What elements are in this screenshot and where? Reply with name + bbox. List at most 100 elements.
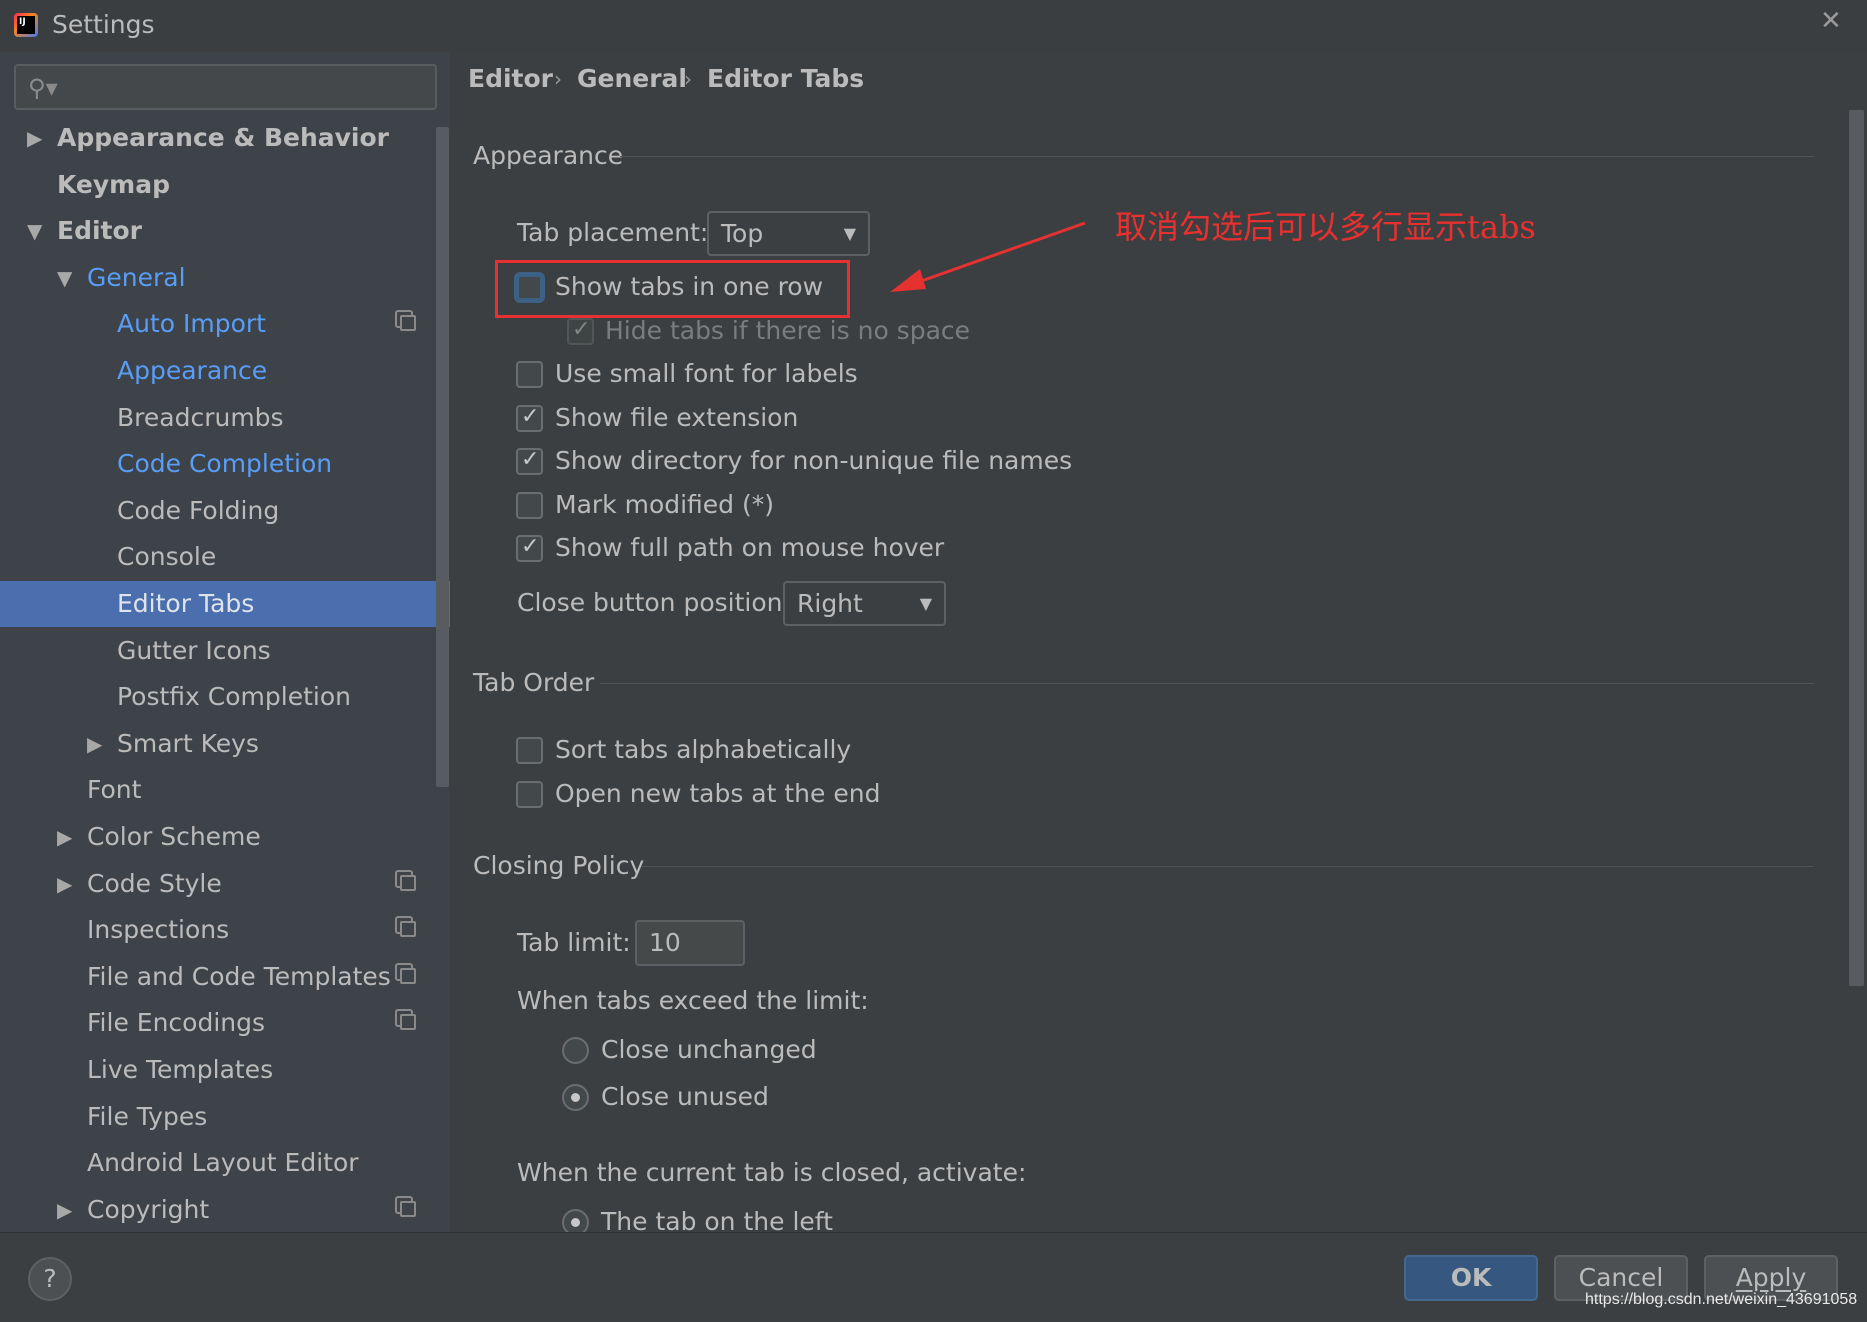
chevron-right-icon[interactable]: ▶ [57, 861, 72, 907]
hide-tabs-no-space-label: Hide tabs if there is no space [605, 316, 971, 345]
mark-modified-checkbox[interactable] [516, 492, 543, 519]
mark-modified-label[interactable]: Mark modified (*) [555, 490, 774, 519]
sidebar-item-label: Font [87, 775, 142, 805]
sidebar-item-color-scheme[interactable]: ▶ Color Scheme [0, 814, 450, 860]
sidebar-item-auto-import[interactable]: Auto Import [0, 301, 450, 347]
sidebar-item-smart-keys[interactable]: ▶ Smart Keys [0, 721, 450, 767]
breadcrumb-separator: › [554, 67, 562, 91]
divider [620, 156, 1813, 157]
tab-on-left-label[interactable]: The tab on the left [601, 1207, 833, 1232]
sidebar-item-file-types[interactable]: File Types [0, 1094, 450, 1140]
sidebar-item-file-and-code-templates[interactable]: File and Code Templates [0, 954, 450, 1000]
sidebar-item-code-folding[interactable]: Code Folding [0, 488, 450, 534]
tab-limit-input[interactable]: 10 [635, 920, 745, 966]
tab-on-left-radio[interactable] [562, 1209, 589, 1232]
sidebar-item-label: Console [117, 542, 217, 572]
sidebar-item-label: Color Scheme [87, 822, 261, 851]
close-button-position-dropdown[interactable]: Right ▼ [783, 581, 946, 626]
sidebar-item-keymap[interactable]: Keymap [0, 162, 450, 208]
sidebar-item-gutter-icons[interactable]: Gutter Icons [0, 628, 450, 674]
sidebar-item-label: Auto Import [117, 309, 266, 339]
content-scrollbar[interactable] [1849, 110, 1864, 986]
intellij-idea-icon: IJ [14, 13, 38, 37]
small-font-checkbox[interactable] [516, 361, 543, 388]
sidebar-item-label: Inspections [87, 915, 230, 945]
annotation-arrow-icon [890, 221, 1086, 292]
breadcrumb-editor[interactable]: Editor [468, 64, 553, 93]
section-appearance: Appearance [473, 141, 624, 170]
sidebar-item-label: File Types [87, 1101, 208, 1131]
search-icon: ⚲▾ [28, 74, 58, 102]
breadcrumb-current: Editor Tabs [707, 64, 865, 93]
sidebar-scrollbar[interactable] [436, 127, 449, 787]
sidebar-item-appearance[interactable]: Appearance [0, 348, 450, 394]
watermark: https://blog.csdn.net/weixin_43691058 [1585, 1291, 1858, 1308]
sidebar-item-label: Code Style [87, 868, 222, 898]
close-unused-label[interactable]: Close unused [601, 1082, 769, 1111]
help-button[interactable]: ? [28, 1257, 72, 1301]
show-file-extension-label[interactable]: Show file extension [555, 403, 798, 432]
sidebar-item-appearance-behavior[interactable]: ▶ Appearance & Behavior [0, 115, 450, 161]
show-full-path-label[interactable]: Show full path on mouse hover [555, 533, 944, 562]
show-directory-label[interactable]: Show directory for non-unique file names [555, 446, 1072, 475]
sidebar-item-label: Copyright [87, 1194, 210, 1224]
chevron-down-icon[interactable]: ▼ [27, 208, 42, 254]
open-new-tabs-end-label[interactable]: Open new tabs at the end [555, 779, 880, 808]
sidebar-item-general[interactable]: ▼ General [0, 255, 450, 301]
sidebar-item-inspections[interactable]: Inspections [0, 907, 450, 953]
sidebar-item-editor-tabs[interactable]: Editor Tabs [0, 581, 450, 627]
sidebar-item-console[interactable]: Console [0, 534, 450, 580]
project-scope-icon [400, 1200, 416, 1217]
sidebar-item-font[interactable]: Font [0, 767, 450, 813]
exceed-limit-label: When tabs exceed the limit: [517, 986, 869, 1015]
sort-tabs-checkbox[interactable] [516, 737, 543, 764]
breadcrumb-general[interactable]: General [577, 64, 687, 93]
show-file-extension-checkbox[interactable] [516, 404, 543, 432]
annotation-text: 取消勾选后可以多行显示tabs [1115, 208, 1536, 246]
sidebar-item-code-completion[interactable]: Code Completion [0, 441, 450, 487]
show-directory-checkbox[interactable] [516, 447, 543, 475]
show-tabs-one-row-checkbox[interactable] [516, 274, 543, 301]
sidebar-item-file-encodings[interactable]: File Encodings [0, 1000, 450, 1046]
sidebar-item-android-layout-editor[interactable]: Android Layout Editor [0, 1140, 450, 1186]
breadcrumb-separator: › [684, 67, 692, 91]
chevron-right-icon[interactable]: ▶ [57, 814, 72, 860]
sidebar-item-copyright[interactable]: ▶ Copyright [0, 1187, 450, 1233]
show-tabs-one-row-label[interactable]: Show tabs in one row [555, 272, 823, 301]
ok-button[interactable]: OK [1404, 1255, 1538, 1301]
sidebar-item-label: Live Templates [87, 1055, 274, 1084]
sidebar-item-live-templates[interactable]: Live Templates [0, 1047, 450, 1093]
sidebar-item-code-style[interactable]: ▶ Code Style [0, 861, 450, 907]
tab-placement-dropdown[interactable]: Top ▼ [707, 211, 870, 256]
chevron-right-icon[interactable]: ▶ [27, 115, 42, 161]
tab-placement-label: Tab placement: [517, 218, 709, 247]
close-unused-radio[interactable] [562, 1084, 589, 1111]
sidebar-item-label: File and Code Templates [87, 961, 391, 991]
project-scope-icon [400, 967, 416, 984]
sidebar-item-editor[interactable]: ▼ Editor [0, 208, 450, 254]
hide-tabs-no-space-checkbox[interactable] [567, 317, 594, 345]
chevron-right-icon[interactable]: ▶ [87, 721, 102, 767]
project-scope-icon [400, 315, 416, 332]
small-font-label[interactable]: Use small font for labels [555, 359, 858, 388]
sidebar-item-postfix-completion[interactable]: Postfix Completion [0, 674, 450, 720]
close-unchanged-label[interactable]: Close unchanged [601, 1035, 817, 1064]
sidebar-item-label: File Encodings [87, 1008, 266, 1038]
open-new-tabs-end-checkbox[interactable] [516, 781, 543, 808]
close-unchanged-radio[interactable] [562, 1037, 589, 1064]
search-input[interactable]: ⚲▾ [14, 64, 437, 110]
sidebar-item-breadcrumbs[interactable]: Breadcrumbs [0, 395, 450, 441]
close-icon[interactable]: ✕ [1820, 6, 1842, 36]
chevron-down-icon[interactable]: ▼ [57, 255, 72, 301]
sidebar-item-label: Smart Keys [117, 728, 259, 758]
sort-tabs-label[interactable]: Sort tabs alphabetically [555, 735, 851, 764]
divider [600, 683, 1813, 684]
show-full-path-checkbox[interactable] [516, 534, 543, 562]
sidebar-item-label: Appearance [117, 356, 268, 385]
close-button-position-label: Close button position: [517, 588, 791, 617]
chevron-down-icon: ▼ [919, 594, 932, 613]
sidebar-item-label: Editor Tabs [117, 589, 255, 618]
activate-on-close-label: When the current tab is closed, activate… [517, 1158, 1027, 1187]
title-bar: IJ Settings ✕ [0, 0, 1867, 52]
chevron-right-icon[interactable]: ▶ [57, 1187, 72, 1233]
